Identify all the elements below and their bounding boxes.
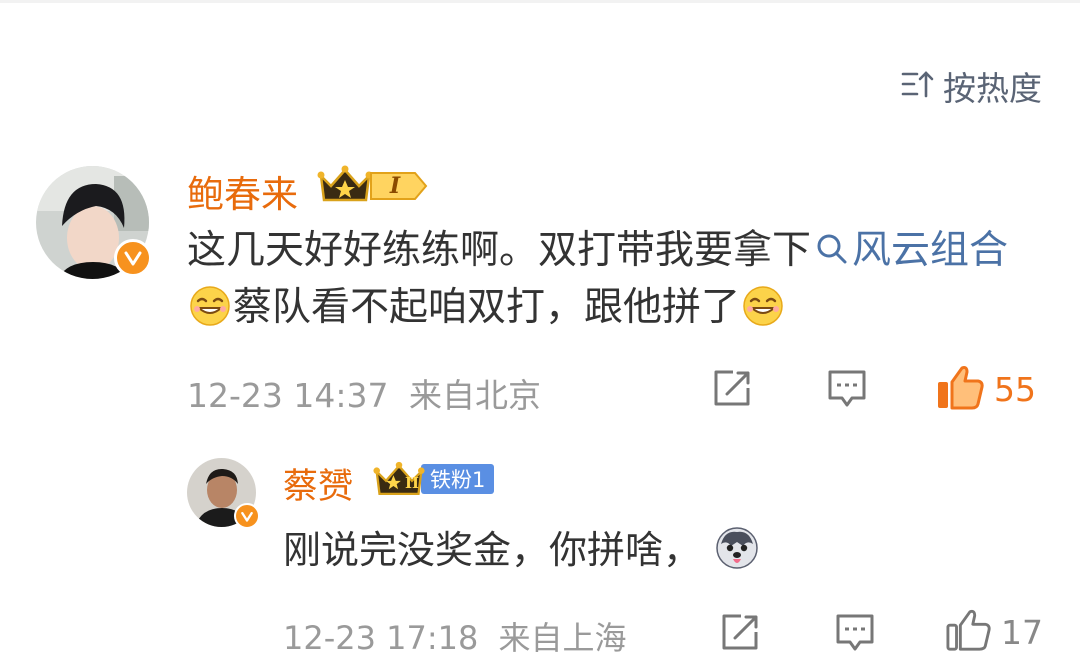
share-icon — [711, 368, 753, 412]
grin-emoji-icon — [189, 285, 231, 343]
comment-bubble-icon — [834, 612, 876, 658]
crown-icon — [317, 164, 373, 208]
comment-time: 12-23 14:37 — [187, 376, 389, 415]
comment-location: 来自北京 — [408, 376, 541, 415]
verified-badge-icon — [234, 503, 260, 529]
comment-text-part: 这几天好好练练啊。双打带我要拿下 — [187, 228, 812, 273]
share-icon — [719, 612, 761, 656]
share-button[interactable] — [711, 368, 753, 412]
reply-share-button[interactable] — [719, 612, 761, 656]
thumbs-up-filled-icon — [936, 364, 984, 414]
reply-text: 刚说完没奖金，你拼啥， — [283, 522, 761, 586]
sort-label: 按热度 — [943, 69, 1042, 108]
sort-icon — [901, 69, 935, 103]
level-label: II — [405, 474, 420, 492]
fan-badge[interactable]: 铁粉1 — [421, 464, 495, 494]
search-icon — [811, 228, 852, 273]
comment-text: 这几天好好练练啊。双打带我要拿下 风云组合蔡队看不起咱双打，跟他拼了 — [187, 222, 1047, 343]
comment-author[interactable]: 鲍春来 — [187, 164, 298, 218]
like-button[interactable]: 55 — [936, 364, 1036, 414]
topic-label: 风云组合 — [852, 228, 1009, 273]
vip-level-badge: II 铁粉1 — [373, 458, 495, 500]
reply-text-content: 刚说完没奖金，你拼啥， — [283, 528, 702, 572]
like-count: 55 — [994, 369, 1036, 409]
sort-by-hot-button[interactable]: 按热度 — [901, 64, 1042, 108]
reply-meta: 12-23 17:18 来自上海 — [283, 613, 627, 659]
grin-emoji-icon — [742, 285, 784, 343]
avatar[interactable] — [36, 166, 152, 279]
top-divider — [0, 0, 1080, 3]
comment-text-part: 蔡队看不起咱双打，跟他拼了 — [233, 285, 741, 330]
reply-author[interactable]: 蔡赟 — [283, 458, 353, 509]
comment-bubble-icon — [826, 368, 868, 414]
reply-like-button[interactable]: 17 — [945, 608, 1043, 656]
crown-icon: II — [373, 459, 425, 499]
reply-avatar[interactable] — [187, 458, 260, 529]
reply-like-count: 17 — [1001, 612, 1043, 652]
level-label: I — [389, 173, 401, 199]
vip-level-badge: I — [317, 164, 428, 208]
husky-dog-emoji-icon — [715, 526, 759, 586]
reply-location: 来自上海 — [498, 619, 627, 657]
reply-button[interactable] — [826, 368, 868, 414]
topic-link[interactable]: 风云组合 — [811, 228, 1008, 273]
reply-comment-button[interactable] — [834, 612, 876, 658]
thumbs-up-icon — [945, 608, 991, 656]
verified-badge-icon — [114, 239, 152, 277]
reply-time: 12-23 17:18 — [283, 619, 479, 657]
comment-meta: 12-23 14:37 来自北京 — [187, 369, 541, 417]
